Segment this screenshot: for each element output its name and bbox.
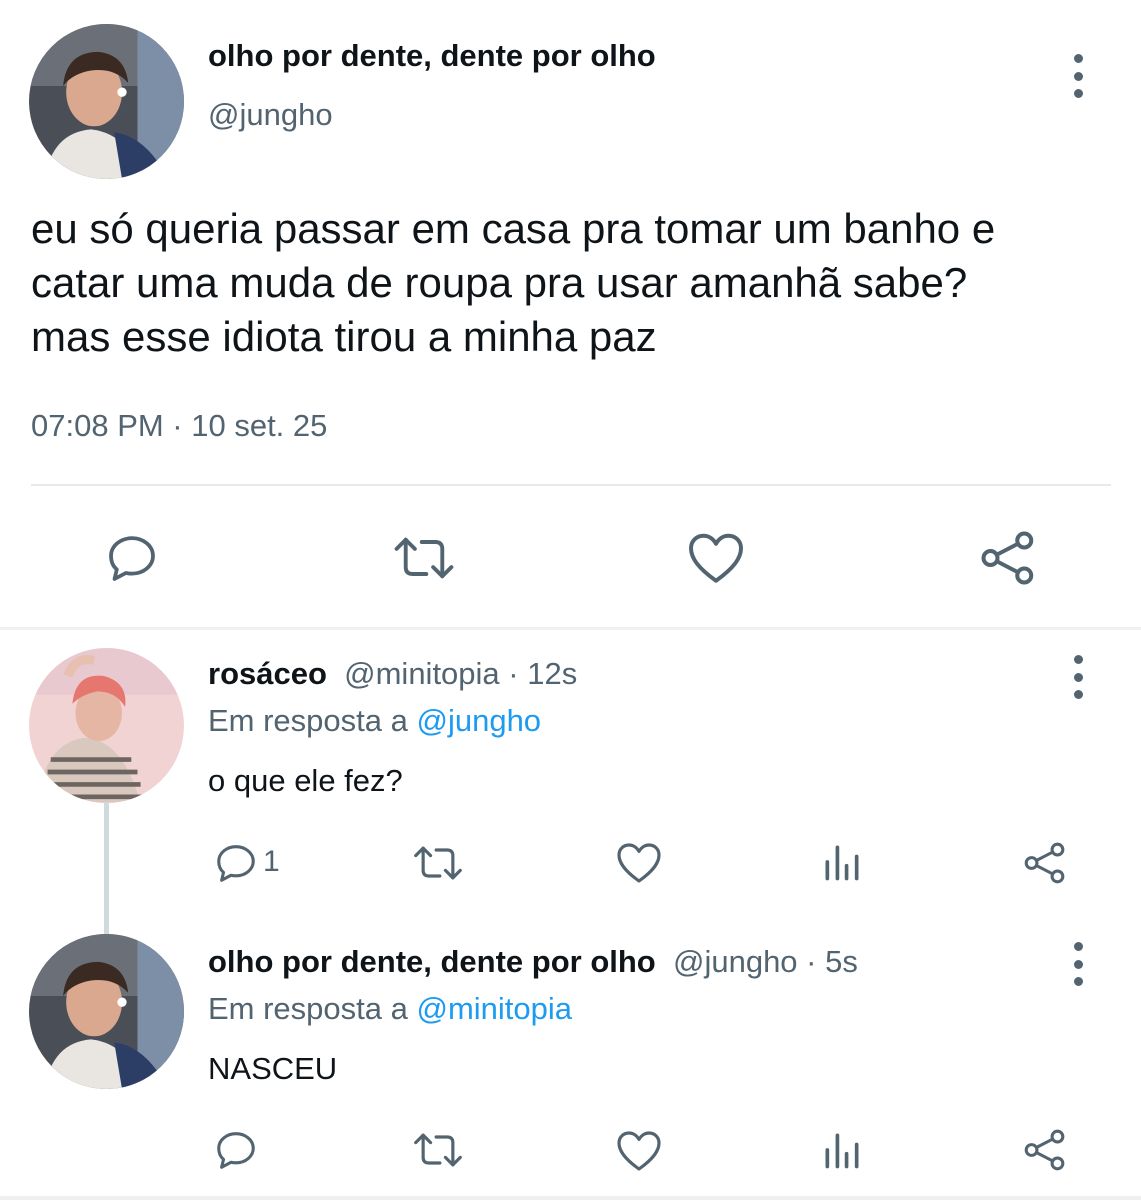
- reply-handle[interactable]: @jungho: [673, 944, 798, 979]
- like-icon[interactable]: [686, 528, 746, 586]
- author-display-name[interactable]: olho por dente, dente por olho: [208, 38, 656, 74]
- tweet-text-line: mas esse idiota tirou a minha paz: [31, 313, 657, 360]
- more-options-icon[interactable]: [1066, 655, 1090, 699]
- reply-label: Em resposta a: [208, 991, 417, 1026]
- reply-text: NASCEU: [208, 1051, 338, 1086]
- more-options-icon[interactable]: [1066, 54, 1090, 98]
- in-reply-to: Em resposta a @minitopia: [208, 991, 572, 1027]
- retweet-icon[interactable]: [412, 1127, 464, 1173]
- share-icon[interactable]: [1022, 840, 1068, 886]
- divider: [0, 1196, 1141, 1200]
- reply-header: rosáceo @minitopia · 12s: [208, 656, 577, 692]
- avatar-jungho[interactable]: [29, 24, 184, 179]
- reply-to-link[interactable]: @minitopia: [416, 991, 572, 1026]
- reply-time: · 12s: [499, 656, 578, 691]
- tweet-text-line: catar uma muda de roupa pra usar amanhã …: [31, 259, 968, 306]
- tweet-text: eu só queria passar em casa pra tomar um…: [31, 202, 1111, 364]
- tweet-timestamp[interactable]: 07:08 PM · 10 set. 25: [31, 408, 327, 444]
- reply-to-link[interactable]: @jungho: [416, 703, 541, 738]
- like-icon[interactable]: [615, 838, 663, 886]
- reply-label: Em resposta a: [208, 703, 417, 738]
- thread-connector: [104, 802, 109, 934]
- retweet-icon[interactable]: [392, 530, 456, 586]
- reply-icon[interactable]: [104, 530, 160, 586]
- reply-display-name[interactable]: rosáceo: [208, 656, 327, 691]
- like-icon[interactable]: [615, 1126, 663, 1174]
- reply-icon[interactable]: [213, 840, 259, 886]
- tweet-text-line: eu só queria passar em casa pra tomar um…: [31, 205, 996, 252]
- reply-handle[interactable]: @minitopia: [344, 656, 500, 691]
- views-icon[interactable]: [820, 1128, 864, 1172]
- divider: [0, 627, 1141, 630]
- more-options-icon[interactable]: [1066, 942, 1090, 986]
- in-reply-to: Em resposta a @jungho: [208, 703, 541, 739]
- retweet-icon[interactable]: [412, 840, 464, 886]
- avatar-minitopia[interactable]: [29, 648, 184, 803]
- reply-time: · 5s: [797, 944, 858, 979]
- reply-count: 1: [263, 845, 280, 878]
- share-icon[interactable]: [1022, 1127, 1068, 1173]
- reply-header: olho por dente, dente por olho @jungho ·…: [208, 944, 858, 980]
- reply-display-name[interactable]: olho por dente, dente por olho: [208, 944, 656, 979]
- author-handle[interactable]: @jungho: [208, 97, 333, 133]
- reply-icon[interactable]: [213, 1127, 259, 1173]
- reply-text: o que ele fez?: [208, 763, 403, 798]
- share-icon[interactable]: [978, 528, 1038, 588]
- avatar-jungho[interactable]: [29, 934, 184, 1089]
- views-icon[interactable]: [820, 840, 864, 884]
- divider: [31, 484, 1111, 486]
